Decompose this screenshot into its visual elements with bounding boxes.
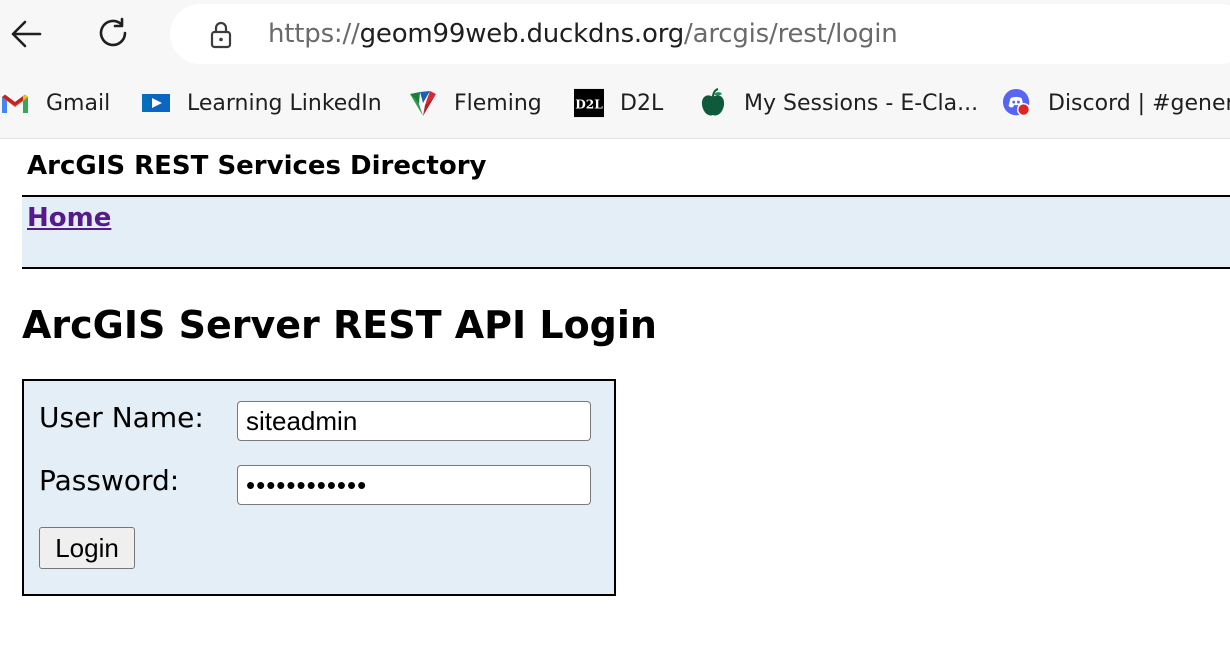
bookmark-label: Learning LinkedIn bbox=[187, 90, 382, 116]
reload-icon bbox=[99, 17, 127, 47]
directory-title: ArcGIS REST Services Directory bbox=[27, 151, 487, 181]
username-label: User Name: bbox=[39, 401, 204, 434]
svg-text:D2L: D2L bbox=[575, 98, 603, 112]
home-link[interactable]: Home bbox=[27, 203, 111, 233]
back-button[interactable] bbox=[4, 14, 48, 54]
bookmark-label: Discord | #genera bbox=[1048, 90, 1230, 116]
login-button[interactable]: Login bbox=[39, 527, 135, 569]
url-path: /arcgis/rest/login bbox=[684, 19, 898, 49]
bookmarks-bar: Gmail Learning LinkedIn Fleming D2L D2L … bbox=[0, 70, 1230, 139]
username-input[interactable] bbox=[237, 401, 591, 441]
address-bar[interactable]: https://geom99web.duckdns.org/arcgis/res… bbox=[170, 4, 1230, 64]
bookmark-learning-linkedin[interactable]: Learning LinkedIn bbox=[141, 86, 382, 120]
reload-button[interactable] bbox=[92, 14, 136, 54]
bookmark-label: D2L bbox=[620, 90, 664, 116]
d2l-icon: D2L bbox=[574, 88, 604, 118]
arrow-left-icon bbox=[11, 20, 42, 48]
password-input[interactable] bbox=[237, 465, 591, 505]
bookmark-gmail[interactable]: Gmail bbox=[0, 86, 110, 120]
page-title: ArcGIS Server REST API Login bbox=[22, 303, 657, 347]
password-label: Password: bbox=[39, 464, 180, 497]
bookmark-discord[interactable]: Discord | #genera bbox=[1002, 86, 1230, 120]
bookmark-my-sessions[interactable]: My Sessions - E-Cla... bbox=[698, 86, 978, 120]
url-text[interactable]: https://geom99web.duckdns.org/arcgis/res… bbox=[268, 19, 898, 49]
login-form: User Name: Password: Login bbox=[22, 379, 616, 596]
breadcrumb-bar: Home bbox=[22, 195, 1230, 269]
bookmark-label: Fleming bbox=[454, 90, 542, 116]
bookmark-d2l[interactable]: D2L D2L bbox=[574, 86, 663, 120]
apple-icon bbox=[698, 88, 728, 118]
bookmark-label: Gmail bbox=[46, 90, 111, 116]
discord-icon bbox=[1002, 88, 1032, 118]
bookmark-fleming[interactable]: Fleming bbox=[408, 86, 542, 120]
url-host: geom99web.duckdns.org bbox=[359, 19, 685, 49]
bookmark-label: My Sessions - E-Cla... bbox=[744, 90, 979, 116]
linkedin-learning-icon bbox=[141, 88, 171, 118]
browser-toolbar: https://geom99web.duckdns.org/arcgis/res… bbox=[0, 0, 1230, 70]
page-content: ArcGIS REST Services Directory Home ArcG… bbox=[0, 139, 1230, 652]
url-scheme: https:// bbox=[268, 19, 360, 49]
gmail-icon bbox=[0, 88, 30, 118]
fleming-icon bbox=[408, 88, 438, 118]
lock-icon[interactable] bbox=[206, 20, 236, 50]
